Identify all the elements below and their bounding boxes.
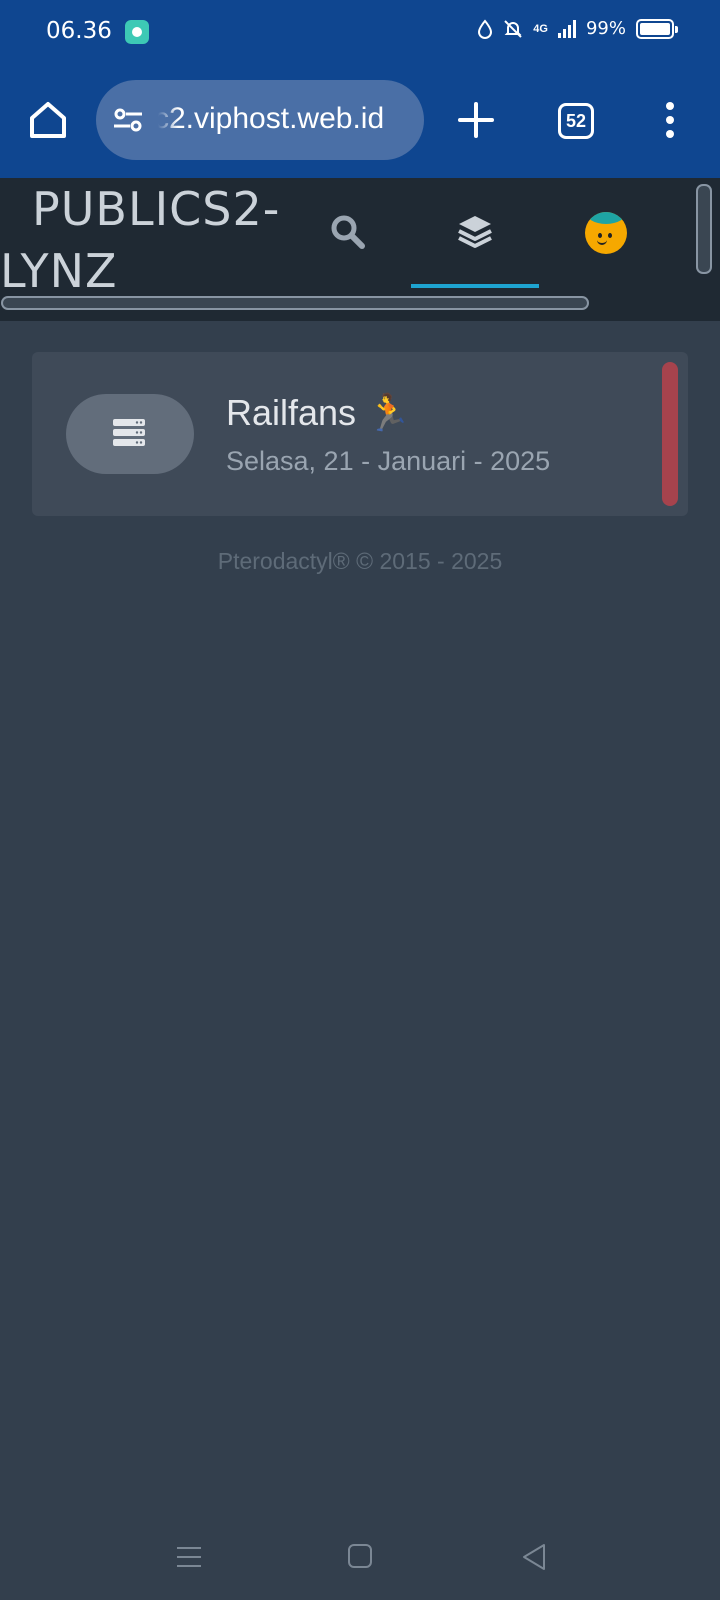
address-bar[interactable]: c2.viphost.web.id — [96, 80, 424, 160]
data-saver-icon — [478, 18, 493, 39]
battery-percent: 99% — [585, 18, 626, 39]
bell-off-icon — [504, 19, 523, 38]
status-icons: 4G 99% — [477, 18, 678, 39]
brand-line-2: LYNZ — [0, 244, 118, 298]
server-status-indicator — [662, 362, 678, 506]
layers-icon[interactable] — [455, 212, 495, 252]
back-icon[interactable] — [520, 1542, 548, 1572]
horizontal-scrollbar[interactable] — [1, 296, 589, 310]
battery-icon — [636, 18, 678, 39]
server-card[interactable]: Railfans 🏃 Selasa, 21 - Januari - 2025 — [32, 352, 688, 516]
url-text-container: c2.viphost.web.id — [158, 102, 424, 136]
brand-title[interactable]: PUBLICS2- LYNZ — [0, 178, 300, 302]
panel-navbar: PUBLICS2- LYNZ — [0, 178, 720, 321]
active-tab-indicator — [411, 284, 539, 288]
status-time: 06.36 — [46, 18, 112, 44]
brand-line-1: PUBLICS2- — [32, 182, 281, 236]
system-home-icon[interactable] — [348, 1544, 372, 1568]
plus-icon[interactable] — [454, 98, 498, 142]
server-icon — [113, 419, 145, 446]
home-icon[interactable] — [26, 98, 70, 142]
site-settings-icon[interactable] — [112, 104, 144, 136]
status-bar: 06.36 4G 99% — [0, 0, 720, 64]
server-name: Railfans 🏃 — [226, 392, 411, 433]
url-text: c2.viphost.web.id — [158, 102, 385, 135]
vertical-scrollbar[interactable] — [696, 184, 712, 274]
signal-icon — [557, 19, 576, 38]
recent-apps-icon[interactable] — [176, 1544, 202, 1570]
avatar[interactable] — [585, 212, 627, 254]
server-date: Selasa, 21 - Januari - 2025 — [226, 446, 551, 476]
browser-toolbar: c2.viphost.web.id 52 — [0, 64, 720, 178]
server-icon-pill — [66, 394, 194, 474]
notification-app-icon — [125, 20, 149, 44]
tab-switcher-button[interactable]: 52 — [558, 103, 594, 139]
search-icon[interactable] — [328, 212, 368, 252]
network-type-label: 4G — [533, 22, 548, 35]
system-nav-bar — [0, 1520, 720, 1600]
footer-copyright: Pterodactyl® © 2015 - 2025 — [217, 548, 503, 574]
more-vert-icon[interactable] — [658, 98, 682, 142]
